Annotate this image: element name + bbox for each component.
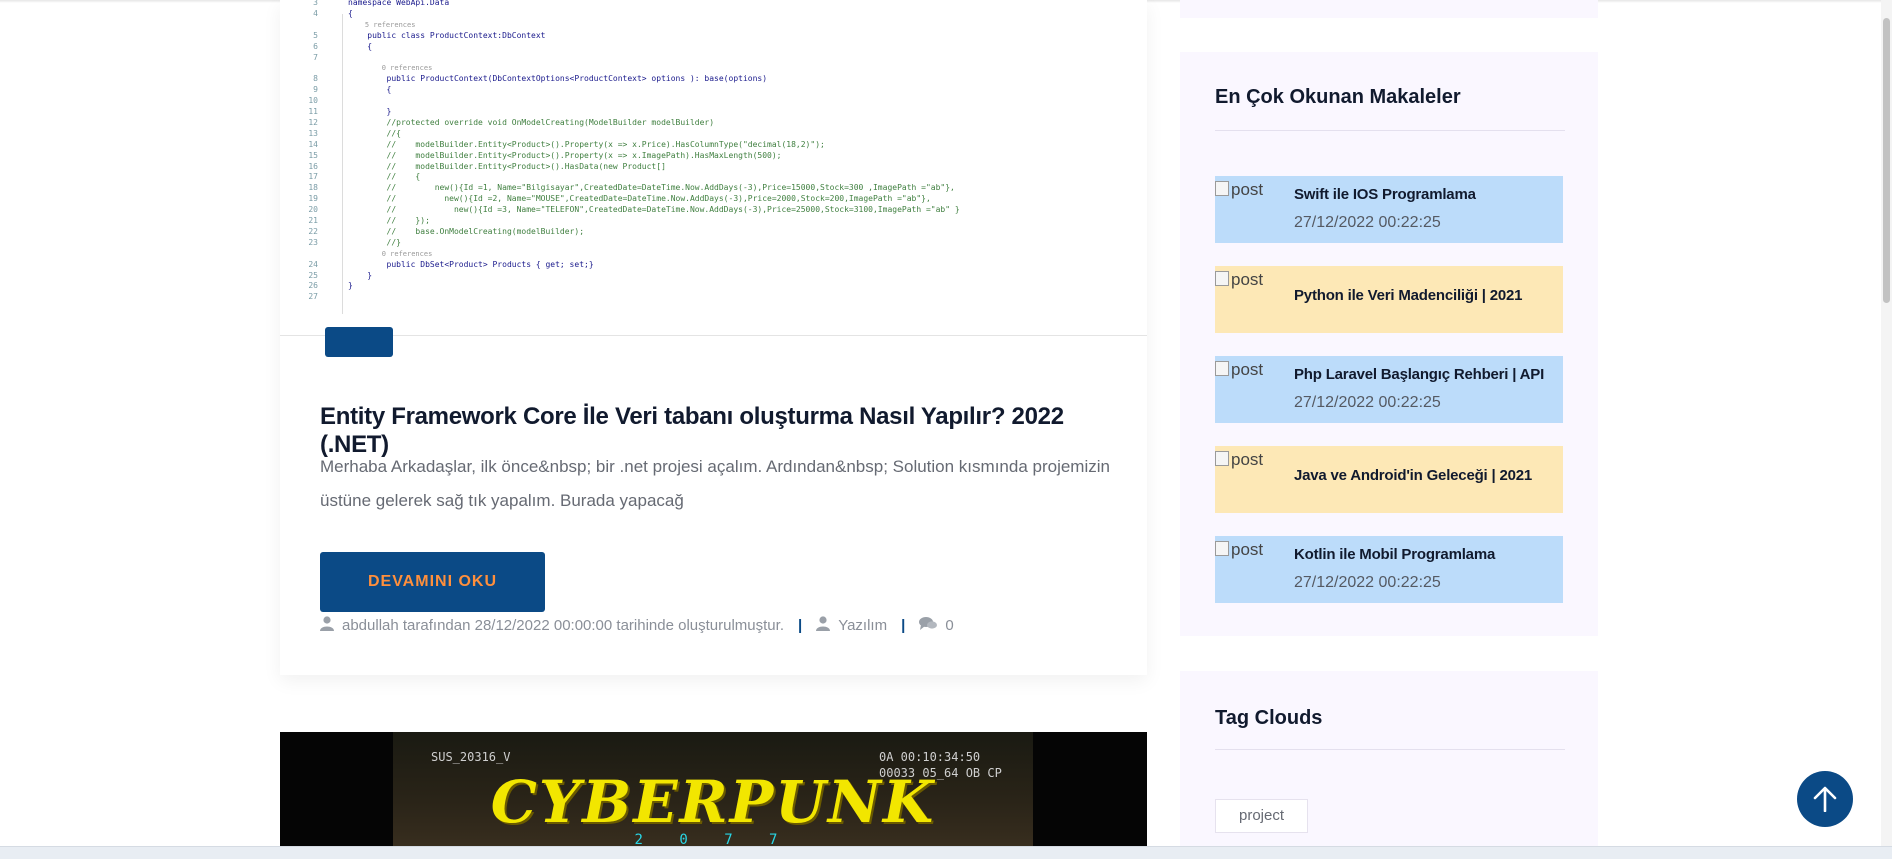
user-icon (816, 615, 831, 637)
code-line: 5 references (348, 20, 416, 29)
code-line: 3 namespace WebApi.Data (313, 0, 450, 7)
code-line: 15 // modelBuilder.Entity<Product>().Pro… (308, 150, 782, 160)
code-line: 8 public ProductContext(DbContextOptions… (313, 74, 768, 84)
code-line: 11 } (308, 107, 392, 116)
sidebar-widget-previous (1180, 0, 1598, 18)
popular-item-date: 27/12/2022 00:22:25 (1294, 574, 1441, 591)
popular-item[interactable]: post Kotlin ile Mobil Programlama 27/12/… (1215, 536, 1563, 603)
popular-item-title[interactable]: Python ile Veri Madenciliği | 2021 (1294, 287, 1523, 304)
post-thumbnail[interactable]: post (1215, 270, 1293, 290)
arrow-up-icon (1813, 786, 1837, 812)
popular-item-title[interactable]: Kotlin ile Mobil Programlama (1294, 546, 1495, 563)
code-line: 22 // base.OnModelCreating(modelBuilder)… (308, 226, 585, 236)
post-thumbnail[interactable]: post (1215, 540, 1293, 560)
bottom-status-bar (0, 846, 1892, 859)
code-line: 10 (308, 96, 318, 106)
code-line: 9 { (313, 85, 392, 95)
category-badge[interactable] (325, 327, 393, 357)
popular-item[interactable]: post Swift ile IOS Programlama 27/12/202… (1215, 176, 1563, 243)
post-category[interactable]: Yazılım (838, 616, 887, 636)
post-meta: abdullah tarafından 28/12/2022 00:00:00 … (320, 615, 954, 637)
cyberpunk-artwork: SUS_20316_V 0A 00:10:34:50 00033 05_64 O… (393, 732, 1033, 858)
code-line: 4{ (313, 8, 353, 18)
code-line: 24 public DbSet<Product> Products { get;… (308, 259, 594, 269)
post-featured-image[interactable]: 3 namespace WebApi.Data 4{ 5 references 5 p… (280, 0, 1147, 336)
title-divider (1215, 130, 1565, 131)
popular-item-date: 27/12/2022 00:22:25 (1294, 214, 1441, 231)
code-line: 14 // modelBuilder.Entity<Product>().Pro… (308, 139, 825, 149)
code-line: 26} (308, 281, 353, 291)
code-line: 0 references (348, 64, 433, 73)
code-line: 27 (308, 292, 318, 302)
code-line: 12 //protected override void OnModelCrea… (308, 117, 715, 127)
meta-separator: | (901, 617, 906, 634)
code-line: 7 (313, 52, 318, 62)
popular-item[interactable]: post Python ile Veri Madenciliği | 2021 (1215, 266, 1563, 333)
tag-clouds-title: Tag Clouds (1215, 707, 1323, 729)
popular-item-title[interactable]: Swift ile IOS Programlama (1294, 186, 1476, 203)
popular-posts-widget: En Çok Okunan Makaleler post Swift ile I… (1180, 52, 1598, 636)
post-thumbnail[interactable]: post (1215, 360, 1293, 380)
post-card: 3 namespace WebApi.Data 4{ 5 references 5 p… (280, 0, 1147, 675)
post-author[interactable]: abdullah tarafından 28/12/2022 00:00:00 … (342, 616, 784, 636)
broken-image-icon (1215, 361, 1229, 376)
broken-image-icon (1215, 451, 1229, 466)
code-line: 21 // }); (308, 216, 430, 225)
meta-separator: | (798, 617, 803, 634)
broken-image-icon (1215, 271, 1229, 286)
scrollbar-thumb[interactable] (1883, 18, 1890, 303)
code-line: 6 { (313, 41, 373, 51)
tag-clouds-widget: Tag Clouds project (1180, 671, 1598, 846)
popular-item-date: 27/12/2022 00:22:25 (1294, 394, 1441, 411)
popular-item-title[interactable]: Php Laravel Başlangıç Rehberi | API (1294, 366, 1544, 383)
artwork-code-right-1: 0A 00:10:34:50 (879, 750, 981, 764)
popular-item[interactable]: post Java ve Android'in Geleceği | 2021 (1215, 446, 1563, 513)
comments-icon (919, 616, 938, 637)
scroll-to-top-button[interactable] (1797, 771, 1853, 827)
artwork-code-left: SUS_20316_V (431, 750, 511, 764)
code-line: 0 references (348, 249, 433, 258)
popular-item[interactable]: post Php Laravel Başlangıç Rehberi | API… (1215, 356, 1563, 423)
comment-count[interactable]: 0 (945, 616, 953, 636)
title-divider (1215, 749, 1565, 750)
code-line: 19 // new(){Id =2, Name="MOUSE",CreatedD… (308, 194, 931, 204)
user-icon (320, 615, 334, 637)
code-line: 25 } (308, 270, 373, 280)
post-thumbnail[interactable]: post (1215, 180, 1293, 200)
code-line: 16 // modelBuilder.Entity<Product>().Has… (308, 161, 666, 171)
post-excerpt: Merhaba Arkadaşlar, ilk önce&nbsp; bir .… (320, 457, 1110, 510)
code-line: 13 //{ (308, 128, 401, 138)
read-more-button[interactable]: DEVAMINI OKU (320, 552, 545, 612)
post-thumbnail[interactable]: post (1215, 450, 1293, 470)
code-line: 20 // new(){Id =3, Name="TELEFON",Create… (308, 205, 960, 215)
code-line: 5 public class ProductContext:DbContext (313, 30, 546, 40)
tag-project[interactable]: project (1215, 799, 1309, 833)
cyberpunk-logo: CYBERPUNK (490, 768, 936, 836)
code-line: 18 // new(){Id =1, Name="Bilgisayar",Cre… (308, 183, 955, 193)
broken-image-icon (1215, 541, 1229, 556)
popular-item-title[interactable]: Java ve Android'in Geleceği | 2021 (1294, 467, 1532, 484)
broken-image-icon (1215, 181, 1229, 196)
popular-posts-title: En Çok Okunan Makaleler (1215, 86, 1461, 108)
code-line: 23 //} (308, 237, 401, 247)
next-post-image[interactable]: SUS_20316_V 0A 00:10:34:50 00033 05_64 O… (280, 732, 1147, 858)
code-line: 17 // { (308, 172, 421, 182)
